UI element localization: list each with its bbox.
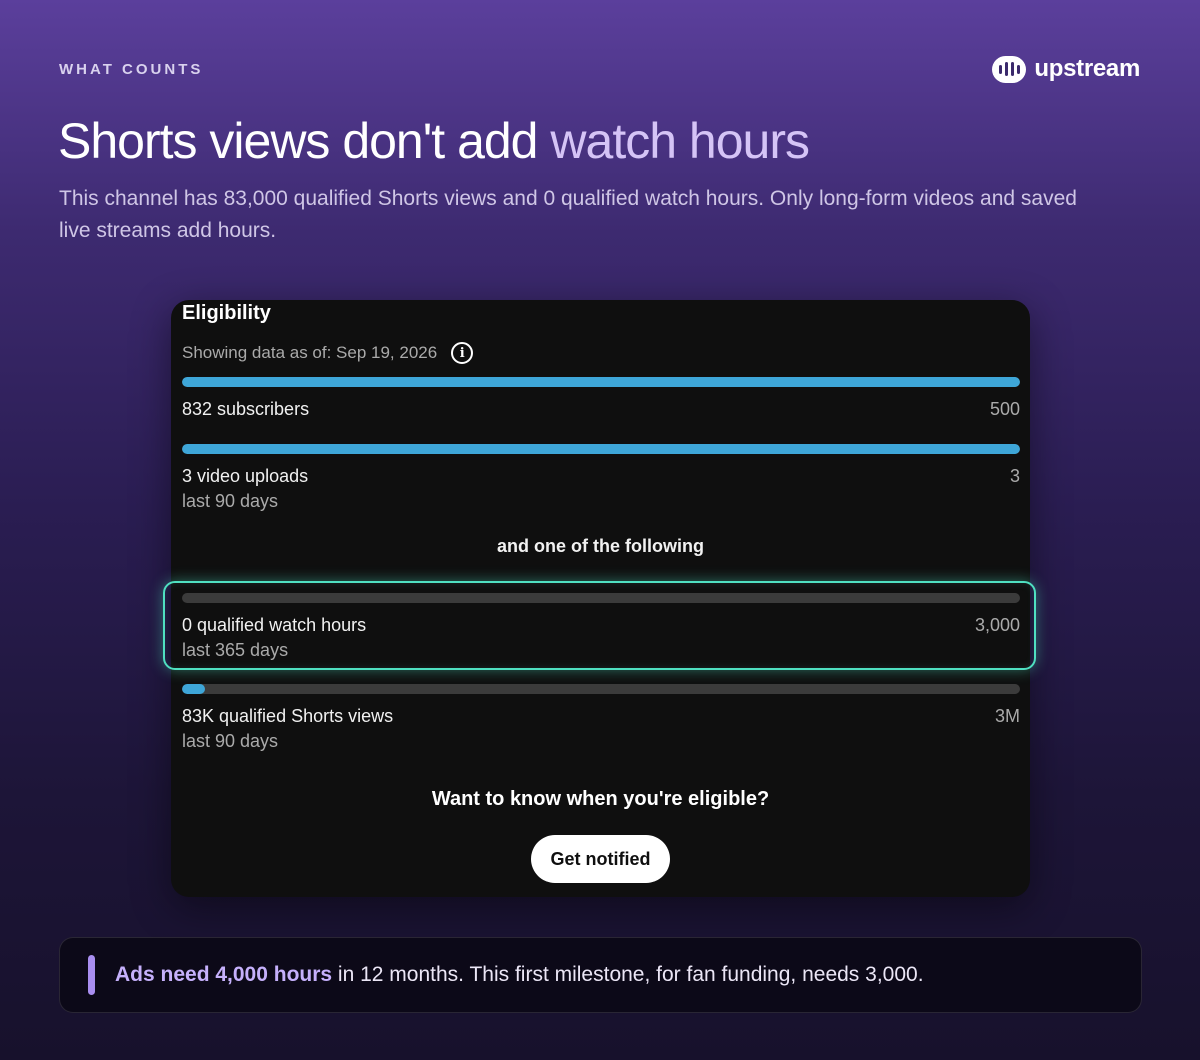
cta-question: Want to know when you're eligible? <box>431 788 770 810</box>
info-icon[interactable]: i <box>451 342 474 364</box>
footnote-text: Ads need 4,000 hours in 12 months. This … <box>115 963 924 987</box>
headline-accent: watch hours <box>550 113 810 169</box>
progress-fill <box>182 377 1020 387</box>
metric-label: 3 video uploads <box>182 466 309 486</box>
progress-bar <box>182 377 1020 387</box>
brand-name: upstream <box>1034 55 1140 82</box>
metric-subscribers: 832 subscribers 500 <box>182 377 1020 420</box>
brand-logo: upstream <box>992 55 1140 83</box>
footnote-rest: in 12 months. This first milestone, for … <box>332 963 924 986</box>
metric-video-uploads: 3 video uploads 3 last 90 days <box>182 444 1020 512</box>
metric-target: 500 <box>989 399 1020 419</box>
metric-period: last 90 days <box>182 731 279 751</box>
metric-period: last 365 days <box>182 640 289 660</box>
metric-label: 0 qualified watch hours <box>182 615 367 635</box>
metric-watch-hours: 0 qualified watch hours 3,000 last 365 da… <box>182 593 1020 661</box>
progress-bar <box>182 593 1020 603</box>
eyebrow: WHAT COUNTS <box>59 61 204 78</box>
data-as-of: Showing data as of: Sep 19, 2026 i <box>182 342 474 364</box>
headline-plain: Shorts views don't add <box>58 113 538 169</box>
get-notified-button[interactable]: Get notified <box>531 835 670 883</box>
footnote-callout: Ads need 4,000 hours in 12 months. This … <box>59 937 1142 1013</box>
metric-target: 3 <box>1009 466 1020 486</box>
footnote-emphasis: Ads need 4,000 hours <box>115 963 333 986</box>
as-of-text: Showing data as of: Sep 19, 2026 <box>182 343 438 362</box>
one-of-following-label: and one of the following <box>497 536 704 556</box>
metric-target: 3,000 <box>974 615 1020 635</box>
page-title: Shorts views don't add watch hours <box>58 112 810 170</box>
progress-bar <box>182 444 1020 454</box>
metric-target: 3M <box>994 706 1020 726</box>
upstream-logo-icon <box>992 55 1027 83</box>
metric-shorts-views: 83K qualified Shorts views 3M last 90 day… <box>182 684 1020 752</box>
metric-label: 83K qualified Shorts views <box>182 706 394 726</box>
page-subtitle: This channel has 83,000 qualified Shorts… <box>59 187 1077 242</box>
metric-period: last 90 days <box>182 491 279 511</box>
card-title: Eligibility <box>182 302 271 324</box>
callout-accent-bar <box>88 955 95 995</box>
progress-bar <box>182 684 1020 694</box>
progress-fill <box>182 684 206 694</box>
eligibility-card: Eligibility Showing data as of: Sep 19, … <box>163 300 1036 897</box>
progress-fill <box>182 444 1020 454</box>
metric-label: 832 subscribers <box>182 399 310 419</box>
